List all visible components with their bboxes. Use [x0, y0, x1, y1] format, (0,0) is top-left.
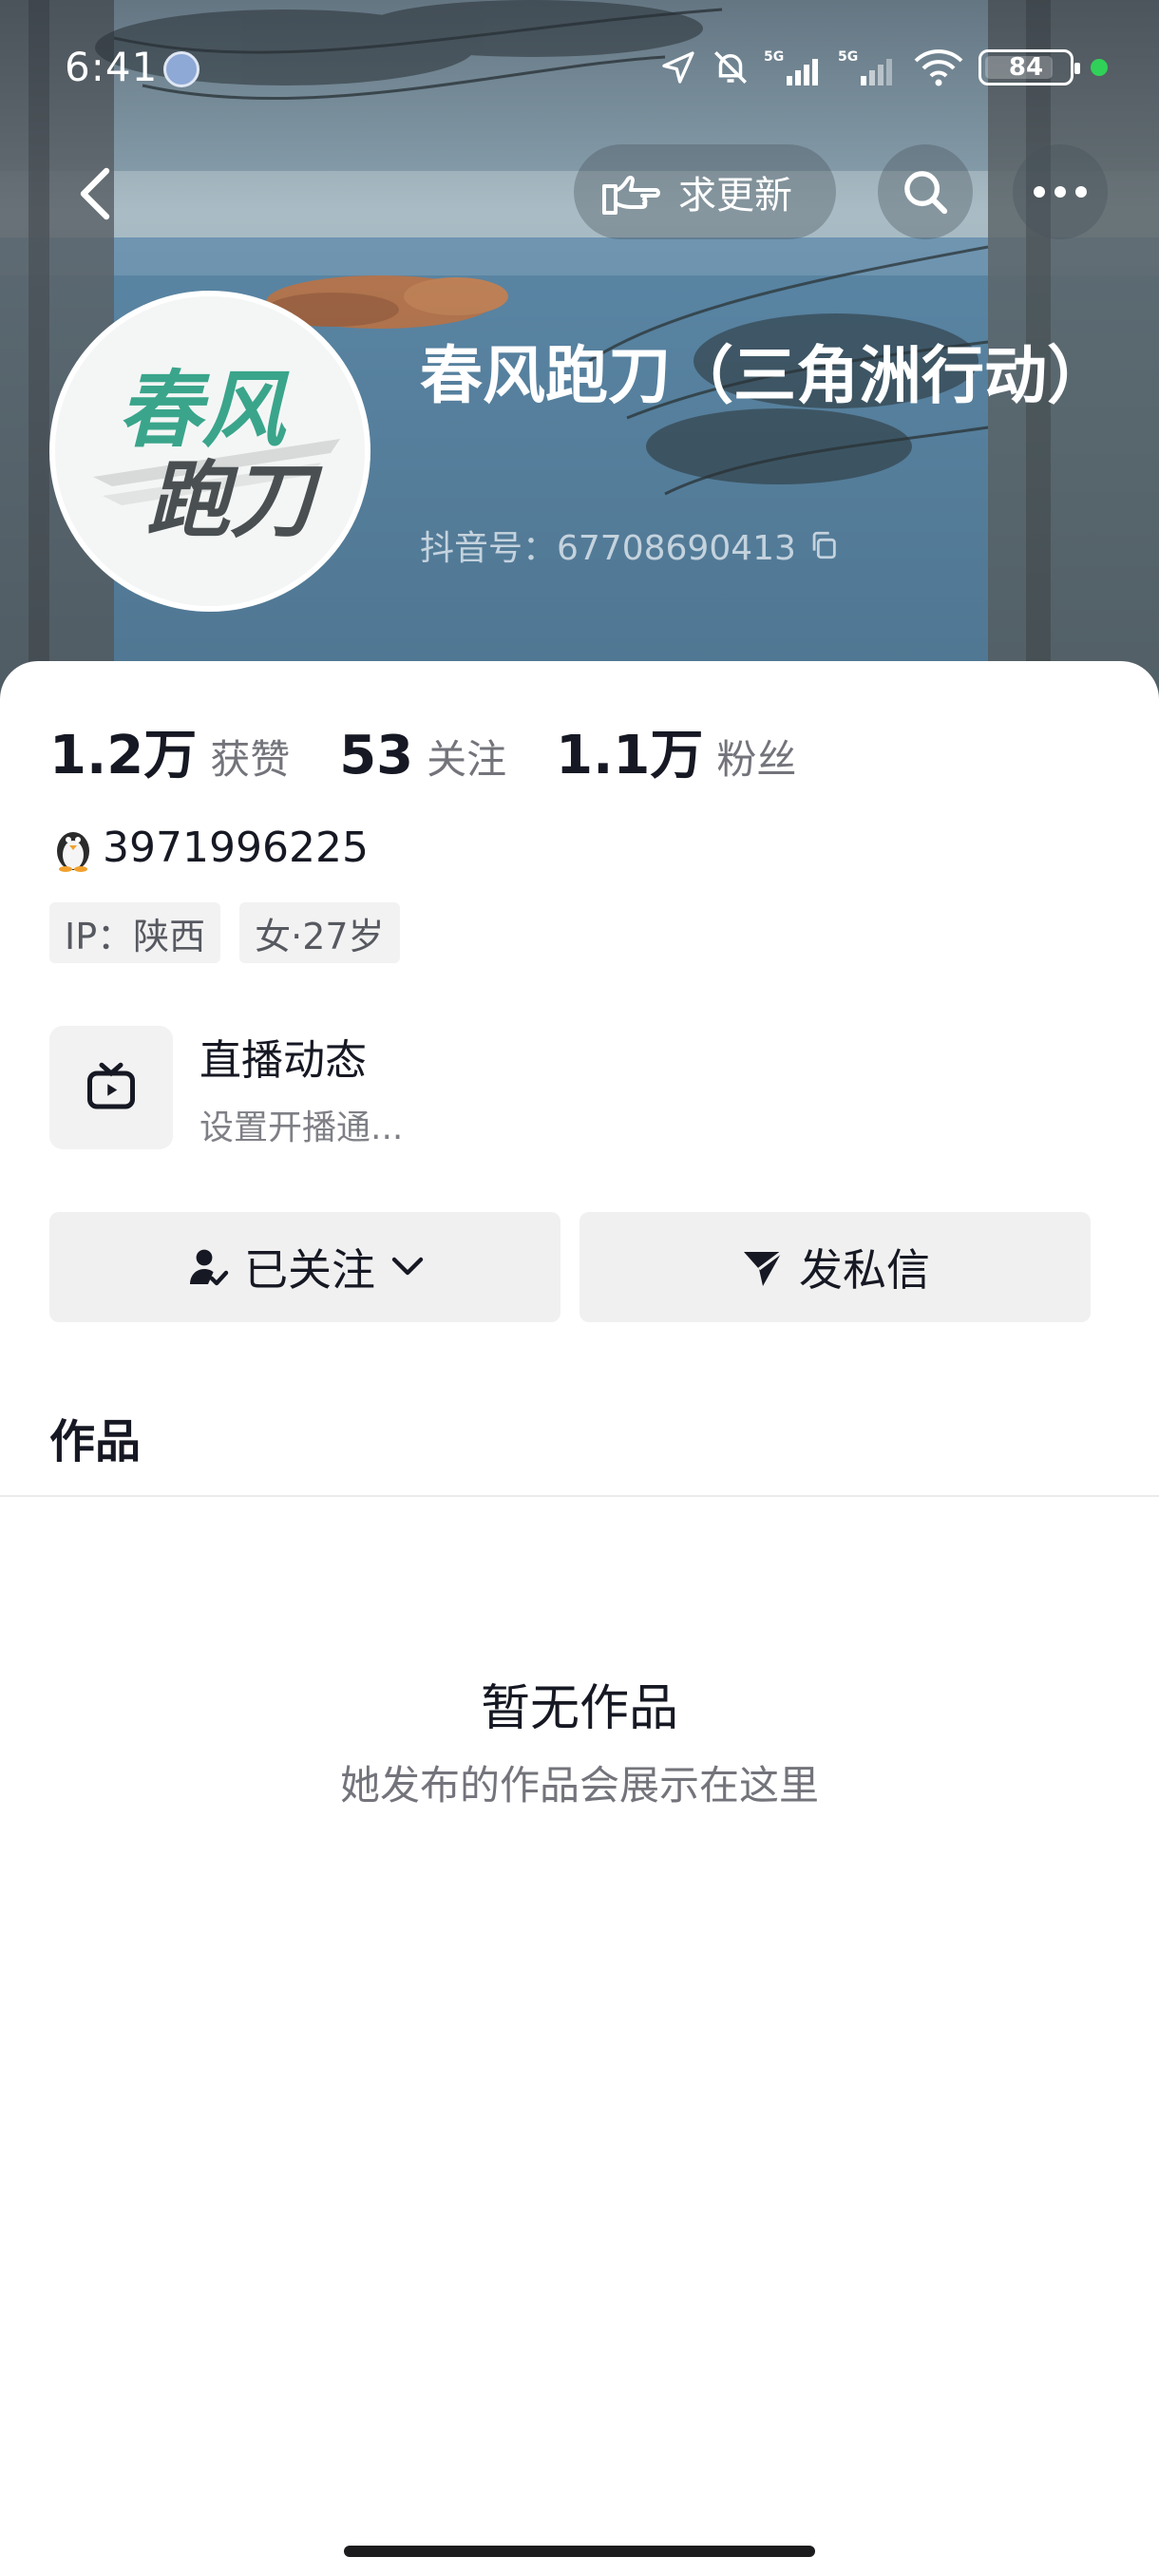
signal-5g-icon: 5G: [764, 49, 818, 85]
stat-following-label: 关注: [427, 736, 507, 783]
live-icon-box: [49, 1026, 173, 1149]
user-check-icon: [190, 1249, 229, 1286]
stat-likes[interactable]: 1.2万 获赞: [49, 712, 290, 789]
battery-indicator: 84: [978, 49, 1080, 85]
empty-state-subtitle: 她发布的作品会展示在这里: [339, 1762, 819, 1809]
send-message-button[interactable]: 发私信: [580, 1212, 1091, 1322]
ip-location-tag: IP：陕西: [49, 902, 221, 963]
stat-followers-label: 粉丝: [716, 736, 797, 783]
notification-badge-icon: [163, 51, 200, 87]
douyin-id-row[interactable]: 抖音号：67708690413: [420, 521, 840, 570]
back-button[interactable]: [53, 152, 137, 236]
profile-card: 1.2万 获赞 53 关注 1.1万 粉丝 3971996225 IP：陕西 女…: [0, 661, 1159, 2576]
signal-5g-icon-2: 5G: [838, 49, 892, 85]
live-title: 直播动态: [200, 1036, 367, 1085]
avatar-logo-image: 春风 跑刀: [55, 296, 365, 606]
pointing-hand-icon: [602, 176, 660, 215]
avatar[interactable]: 春风 跑刀: [49, 291, 370, 612]
stat-likes-value: 1.2万: [49, 725, 198, 786]
profile-tags: IP：陕西 女·27岁: [49, 902, 419, 963]
qq-row: 3971996225: [49, 823, 369, 872]
followed-label: 已关注: [244, 1244, 375, 1296]
request-update-button[interactable]: 求更新: [574, 144, 836, 239]
mute-bell-icon: [714, 51, 747, 84]
stat-following-value: 53: [339, 725, 414, 786]
privacy-indicator-icon: [1091, 59, 1108, 76]
chevron-left-icon: [80, 167, 110, 220]
svg-text:5G: 5G: [764, 49, 784, 65]
copy-icon[interactable]: [808, 529, 840, 561]
profile-nickname: 春风跑刀（三角洲行动）: [420, 339, 1110, 412]
empty-state-title: 暂无作品: [480, 1680, 678, 1737]
profile-stats: 1.2万 获赞 53 关注 1.1万 粉丝: [49, 712, 846, 789]
status-time: 6:41: [65, 44, 159, 90]
wifi-icon: [914, 49, 963, 86]
paper-plane-icon: [744, 1250, 783, 1286]
status-icons: 5G 5G 84: [659, 46, 1108, 89]
chevron-down-icon: [391, 1257, 424, 1276]
tv-icon: [87, 1062, 135, 1109]
battery-level: 84: [1008, 53, 1044, 82]
home-indicator[interactable]: [344, 2546, 815, 2557]
search-button[interactable]: [878, 144, 973, 239]
douyin-id-text: 抖音号：67708690413: [420, 529, 796, 568]
qq-number: 3971996225: [103, 823, 369, 872]
tab-divider: [0, 1495, 1159, 1497]
live-subtitle: 设置开播通...: [200, 1108, 404, 1147]
stat-likes-label: 获赞: [210, 736, 291, 783]
followed-button[interactable]: 已关注: [49, 1212, 560, 1322]
stat-following[interactable]: 53 关注: [339, 725, 506, 786]
avatar-text-line2: 跑刀: [146, 450, 323, 549]
more-dots-icon: [1034, 186, 1087, 198]
tab-works[interactable]: 作品: [49, 1404, 141, 1470]
send-message-label: 发私信: [799, 1244, 930, 1296]
live-activity-entry[interactable]: 直播动态 设置开播通...: [49, 1026, 403, 1149]
penguin-icon: [57, 832, 89, 872]
search-icon: [904, 171, 948, 215]
gender-age-tag: 女·27岁: [239, 902, 400, 963]
avatar-text-line1: 春风: [118, 360, 290, 459]
more-options-button[interactable]: [1013, 144, 1108, 239]
request-update-label: 求更新: [678, 174, 792, 218]
status-bar: 6:41 5G 5G 84: [0, 38, 1159, 95]
stat-followers-value: 1.1万: [556, 725, 704, 786]
location-icon: [662, 51, 694, 84]
stat-followers[interactable]: 1.1万 粉丝: [556, 712, 796, 789]
svg-text:5G: 5G: [838, 49, 858, 65]
